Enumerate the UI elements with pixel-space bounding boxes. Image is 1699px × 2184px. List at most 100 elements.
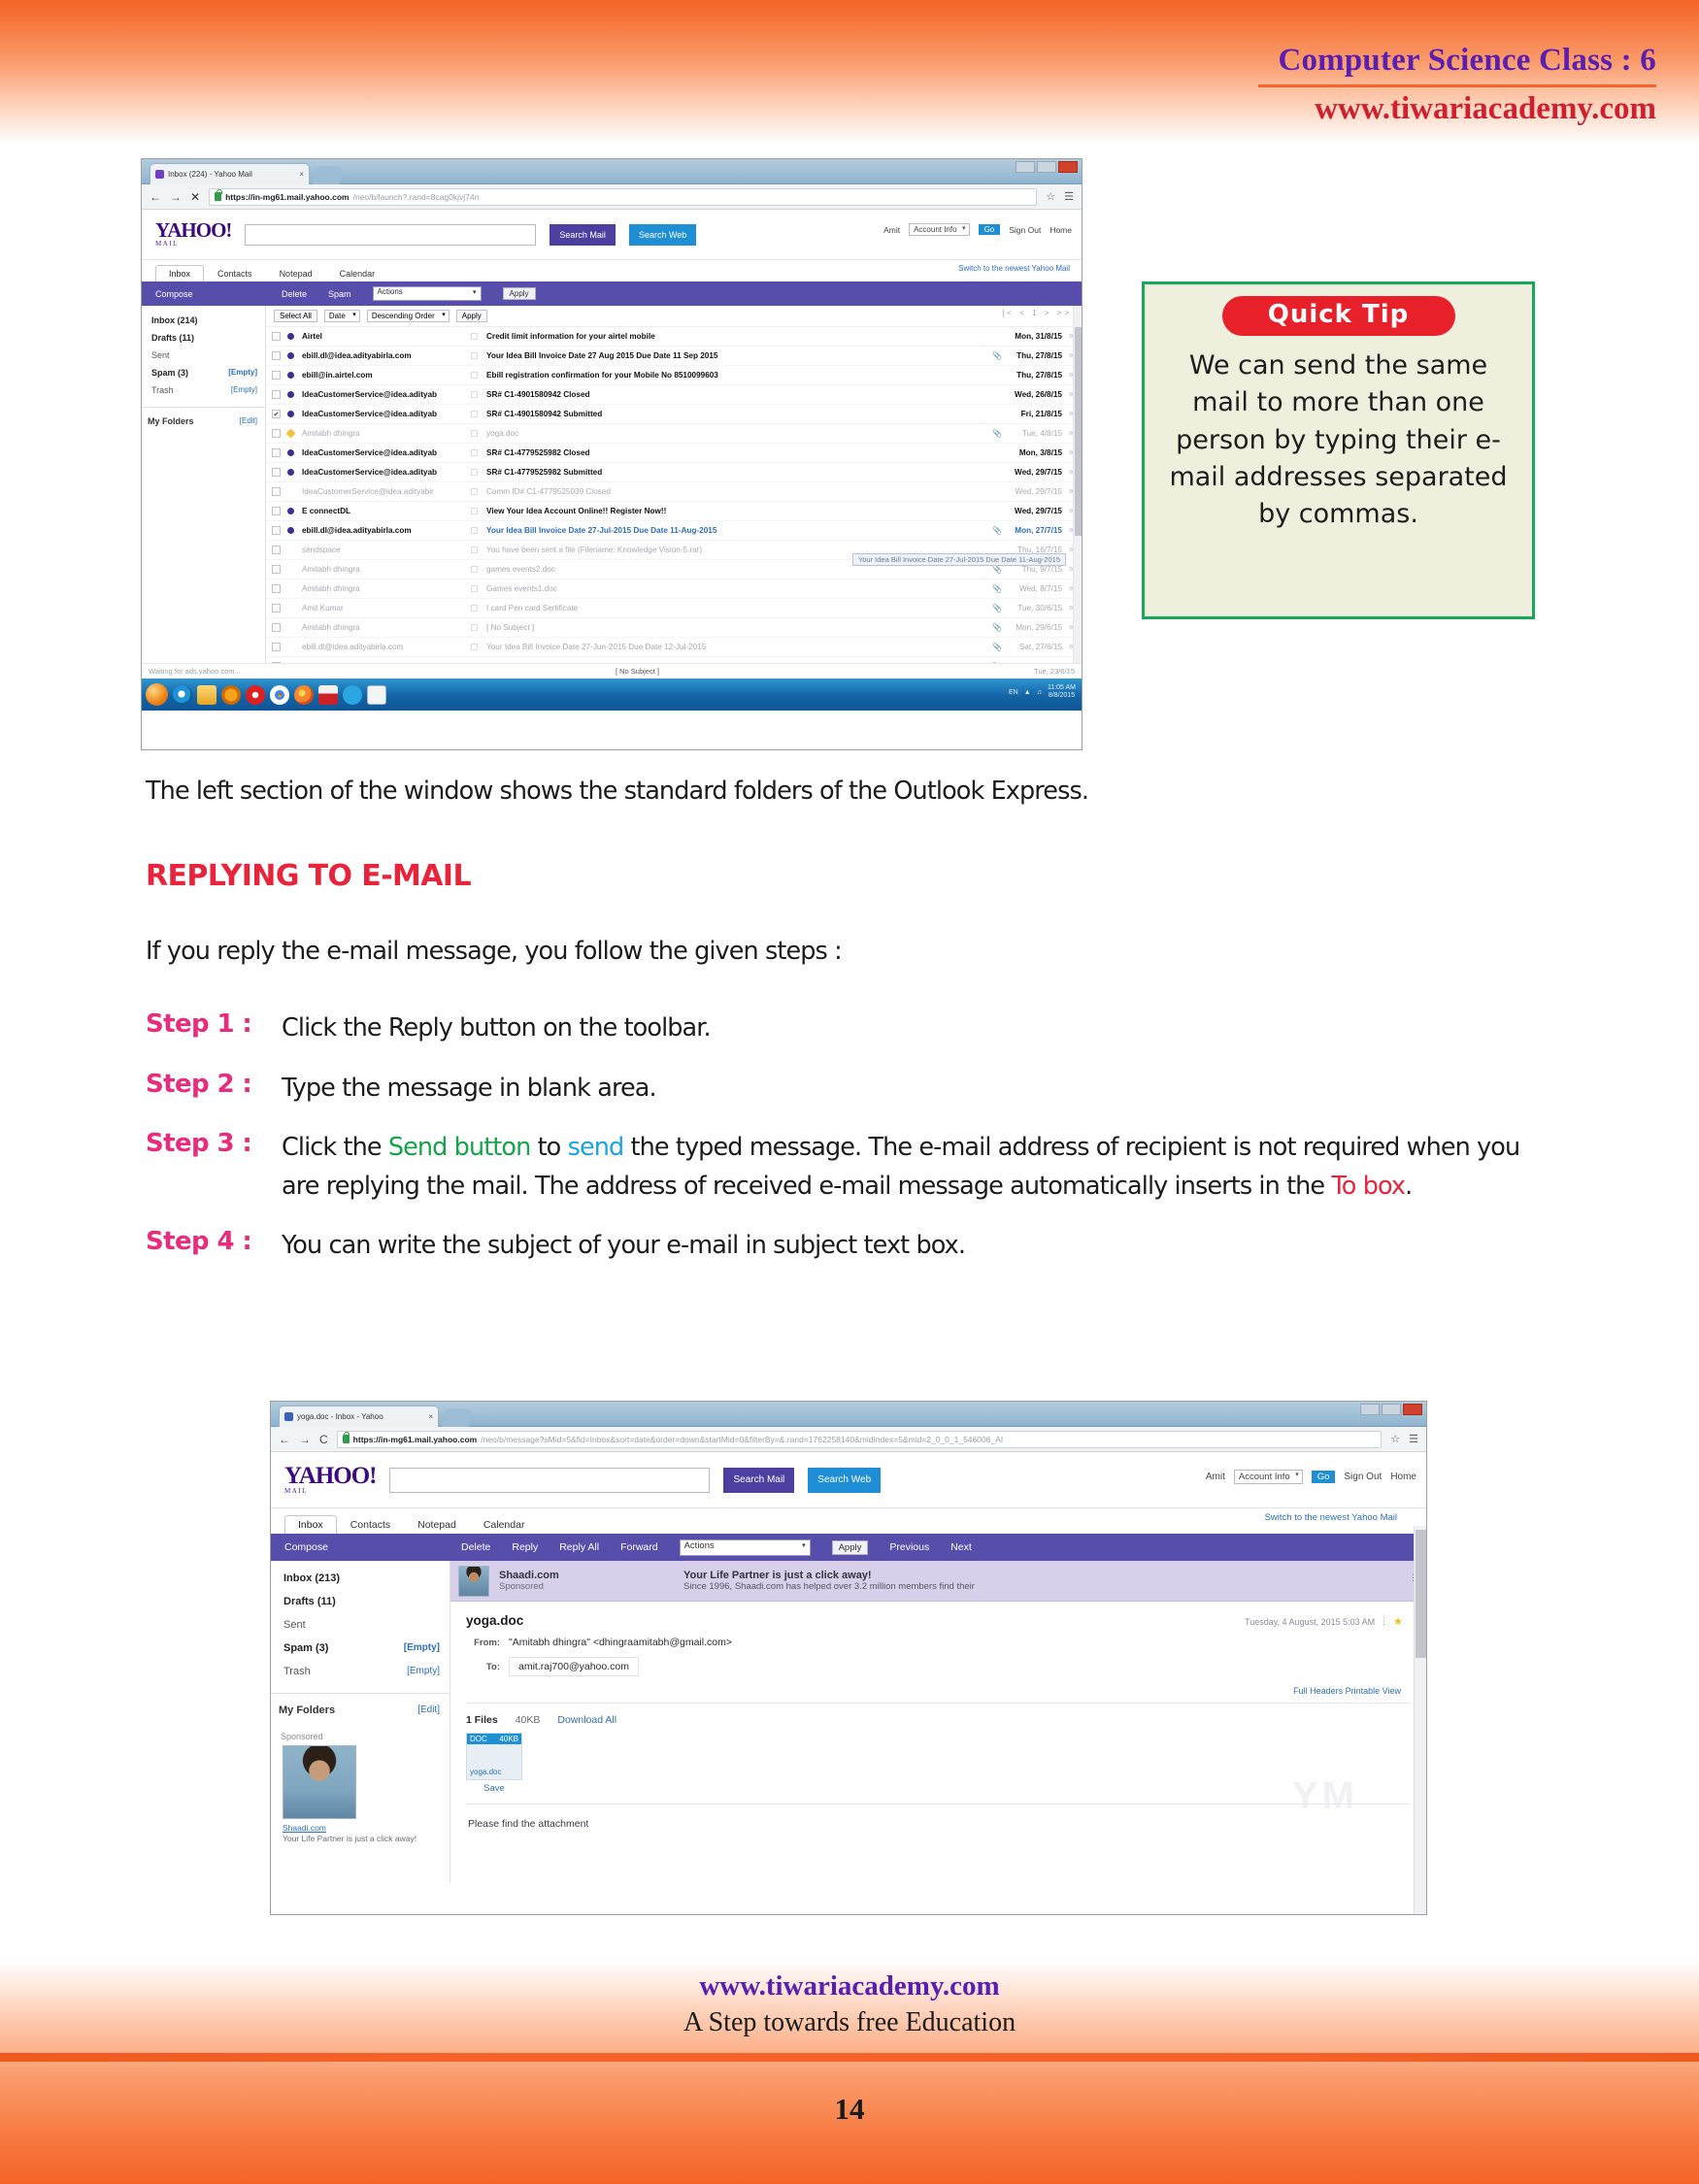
start-button-icon[interactable] bbox=[146, 683, 168, 706]
minimize-icon[interactable] bbox=[1360, 1404, 1380, 1415]
sidebar-item-inbox[interactable]: Inbox (213) bbox=[271, 1567, 450, 1590]
sign-out-link[interactable]: Sign Out bbox=[1344, 1472, 1382, 1482]
table-row[interactable]: IdeaCustomerService@idea.adityab SR# C1-4… bbox=[266, 444, 1082, 463]
search-web-button[interactable]: Search Web bbox=[628, 223, 697, 246]
new-tab-button[interactable] bbox=[441, 1408, 474, 1427]
sidebar-item-my-folders[interactable]: My Folders [Edit] bbox=[142, 407, 265, 430]
table-row[interactable]: ebill.dl@idea.adityabirla.com Your Idea B… bbox=[266, 521, 1082, 541]
sort-order-select[interactable]: Descending Order bbox=[366, 310, 450, 322]
empty-trash-link[interactable]: [Empty] bbox=[407, 1666, 440, 1677]
home-link[interactable]: Home bbox=[1049, 225, 1072, 235]
minimize-icon[interactable] bbox=[1016, 161, 1035, 173]
empty-trash-link[interactable]: [Empty] bbox=[231, 385, 257, 395]
sidebar-item-spam[interactable]: Spam (3) [Empty] bbox=[271, 1637, 450, 1660]
tab-inbox[interactable]: Inbox bbox=[284, 1515, 337, 1534]
tab-calendar[interactable]: Calendar bbox=[470, 1515, 539, 1534]
table-row[interactable]: IdeaCustomerService@idea.adityab SR# C1-4… bbox=[266, 385, 1082, 405]
unread-dot-icon[interactable] bbox=[287, 449, 294, 456]
browser-menu-icon[interactable]: ☰ bbox=[1409, 1433, 1418, 1445]
row-checkbox[interactable] bbox=[272, 584, 281, 593]
unread-dot-icon[interactable] bbox=[287, 411, 294, 417]
skype-icon[interactable] bbox=[343, 684, 362, 705]
go-button[interactable]: Go bbox=[1311, 1471, 1336, 1483]
full-headers-link[interactable]: Full Headers bbox=[1293, 1686, 1343, 1696]
volume-icon[interactable]: ♫ bbox=[1037, 689, 1042, 696]
close-window-icon[interactable] bbox=[1403, 1404, 1422, 1415]
switch-yahoo-mail-link[interactable]: Switch to the newest Yahoo Mail bbox=[1265, 1512, 1397, 1523]
empty-spam-link[interactable]: [Empty] bbox=[404, 1642, 440, 1654]
table-row[interactable]: Amitabh dhingra [ No Subject ] 📎 Mon, 29/6/… bbox=[266, 618, 1082, 638]
address-bar[interactable]: https://in-mg61.mail.yahoo.com/neo/b/lau… bbox=[209, 187, 1038, 206]
sidebar-item-my-folders[interactable]: My Folders [Edit] bbox=[271, 1693, 450, 1722]
bookmark-star-icon[interactable]: ☆ bbox=[1390, 1433, 1400, 1445]
pagination-controls[interactable]: |< < 1 > >> bbox=[1002, 309, 1072, 317]
stop-icon[interactable]: ✕ bbox=[190, 191, 200, 203]
network-icon[interactable]: ▲ bbox=[1024, 689, 1031, 696]
download-all-link[interactable]: Download All bbox=[557, 1714, 616, 1726]
apply-button[interactable]: Apply bbox=[502, 287, 536, 300]
unread-dot-icon[interactable] bbox=[287, 372, 294, 379]
table-row[interactable]: E connectDL View Your Idea Account Online… bbox=[266, 502, 1082, 521]
delete-button[interactable]: Delete bbox=[282, 289, 307, 299]
pdf-reader-icon[interactable] bbox=[318, 684, 338, 705]
row-checkbox[interactable] bbox=[272, 351, 281, 360]
forward-icon[interactable]: → bbox=[299, 1434, 311, 1445]
table-row[interactable]: ebill.dl@idea.adityabirla.com Your Idea B… bbox=[266, 347, 1082, 366]
account-info-select[interactable]: Account Info bbox=[909, 223, 970, 236]
ie-icon[interactable] bbox=[173, 684, 192, 705]
list-scrollbar[interactable] bbox=[1073, 306, 1082, 663]
scrollbar-thumb[interactable] bbox=[1075, 327, 1082, 536]
table-row[interactable]: Amitabh dhingrayoga.doc📎Tue, 4/8/15✉ bbox=[266, 424, 1082, 444]
sidebar-item-drafts[interactable]: Drafts (11) bbox=[142, 329, 265, 347]
sidebar-item-spam[interactable]: Spam (3) [Empty] bbox=[142, 364, 265, 381]
unread-dot-icon[interactable] bbox=[287, 644, 294, 650]
chrome-icon[interactable] bbox=[270, 684, 289, 705]
search-input-2[interactable] bbox=[389, 1467, 711, 1493]
new-tab-button[interactable] bbox=[312, 166, 345, 184]
unread-dot-icon[interactable] bbox=[287, 333, 294, 340]
language-indicator[interactable]: EN bbox=[1009, 689, 1018, 696]
table-row[interactable]: IdeaCustomerService@idea.adityabir Comm I… bbox=[266, 482, 1082, 502]
sidebar-item-trash[interactable]: Trash [Empty] bbox=[271, 1660, 450, 1683]
row-checkbox[interactable] bbox=[272, 604, 281, 612]
search-mail-button[interactable]: Search Mail bbox=[723, 1467, 795, 1493]
home-link[interactable]: Home bbox=[1390, 1472, 1416, 1482]
row-checkbox[interactable] bbox=[272, 390, 281, 399]
tab-inbox[interactable]: Inbox bbox=[155, 265, 205, 281]
unread-dot-icon[interactable] bbox=[287, 605, 294, 612]
sort-by-select[interactable]: Date bbox=[323, 310, 360, 322]
unread-dot-icon[interactable] bbox=[287, 508, 294, 514]
close-icon[interactable]: × bbox=[299, 170, 304, 179]
bookmark-star-icon[interactable]: ☆ bbox=[1046, 190, 1055, 203]
table-row[interactable]: Amitabh dhingra Games events1.doc 📎 Wed, 8/… bbox=[266, 579, 1082, 599]
star-icon[interactable] bbox=[285, 428, 296, 439]
next-button[interactable]: Next bbox=[950, 1541, 972, 1553]
tab-notepad[interactable]: Notepad bbox=[266, 265, 326, 281]
tab-contacts[interactable]: Contacts bbox=[204, 265, 266, 281]
firefox-icon[interactable] bbox=[294, 684, 314, 705]
account-info-select[interactable]: Account Info bbox=[1233, 1470, 1303, 1484]
explorer-icon[interactable] bbox=[197, 684, 217, 705]
back-icon[interactable]: ← bbox=[150, 191, 161, 203]
switch-yahoo-mail-link[interactable]: Switch to the newest Yahoo Mail bbox=[958, 264, 1070, 273]
spam-button[interactable]: Spam bbox=[328, 289, 351, 299]
apply-button[interactable]: Apply bbox=[831, 1539, 869, 1555]
previous-button[interactable]: Previous bbox=[889, 1541, 929, 1553]
sidebar-item-inbox[interactable]: Inbox (214) bbox=[142, 312, 265, 329]
table-row[interactable]: ✔ IdeaCustomerService@idea.adityab SR# C1-… bbox=[266, 405, 1082, 424]
reply-all-button[interactable]: Reply All bbox=[559, 1541, 599, 1553]
sidebar-item-trash[interactable]: Trash [Empty] bbox=[142, 381, 265, 399]
row-checkbox[interactable] bbox=[272, 487, 281, 496]
maximize-icon[interactable] bbox=[1037, 161, 1056, 173]
attachment-save-link[interactable]: Save bbox=[466, 1783, 522, 1794]
sign-out-link[interactable]: Sign Out bbox=[1009, 225, 1041, 235]
table-row[interactable]: IdeaCustomerService@idea.adityab SR# C1-4… bbox=[266, 463, 1082, 482]
row-checkbox[interactable] bbox=[272, 623, 281, 632]
compose-button[interactable]: Compose bbox=[155, 289, 260, 299]
row-checkbox[interactable] bbox=[272, 429, 281, 438]
unread-dot-icon[interactable] bbox=[287, 546, 294, 553]
reply-button[interactable]: Reply bbox=[512, 1541, 538, 1553]
printable-view-link[interactable]: Printable View bbox=[1346, 1686, 1401, 1696]
attachment-filename[interactable]: yoga.doc bbox=[467, 1744, 521, 1779]
row-checkbox[interactable] bbox=[272, 468, 281, 477]
